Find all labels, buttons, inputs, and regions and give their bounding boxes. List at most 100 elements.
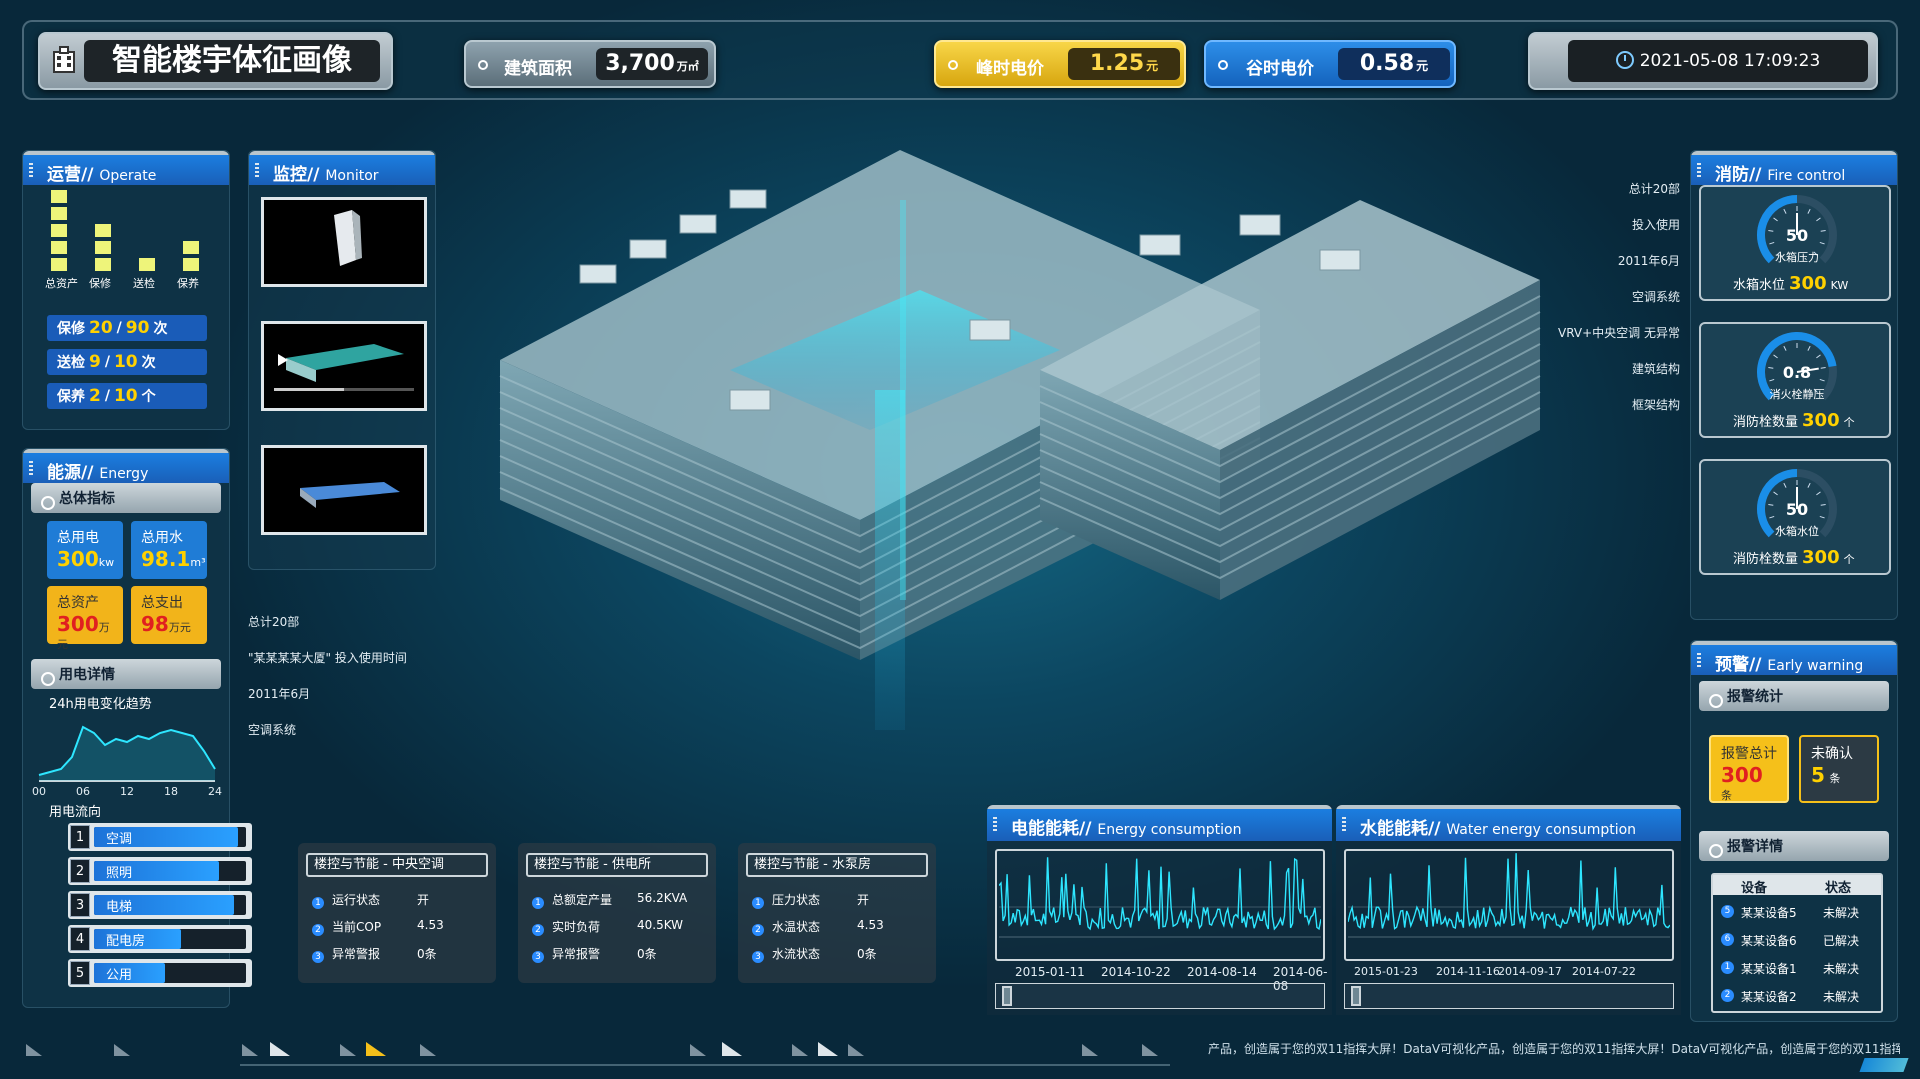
col-status: 状态 — [1825, 881, 1852, 896]
datetime-text: 2021-05-08 17:09:23 — [1639, 51, 1821, 71]
bar-block — [51, 258, 67, 271]
gauge-unit: KW — [1830, 279, 1849, 292]
play-icon[interactable] — [278, 354, 288, 366]
ec-range-slider[interactable] — [995, 983, 1325, 1009]
info-right-2: 投入使用 — [1631, 218, 1680, 232]
gauge-tick — [1769, 378, 1775, 382]
ec-title: 电能能耗// — [1011, 819, 1092, 839]
operate-bar — [95, 191, 115, 271]
tile-value: 98.1 — [141, 547, 191, 571]
area-unit: 万㎡ — [676, 60, 699, 73]
card-row: 3 水流状态 0条 — [752, 945, 877, 963]
operate-panel: 运营// Operate 总资产 保修 送检 保养 保修 20/90 次 送检 9/10 次 … — [22, 150, 230, 430]
warning-header: 预警// Early warning — [1691, 641, 1897, 675]
row-key: 异常警报 — [332, 947, 381, 961]
gauge-tick — [1819, 241, 1825, 245]
wave-line — [1348, 853, 1670, 931]
flow-index: 3 — [70, 893, 90, 917]
gauge-card: 50 水箱水位 消防栓数量 300 个 — [1699, 459, 1891, 575]
card-title: 楼控与节能 - 供电所 — [526, 853, 708, 877]
alarm-total-tile: 报警总计 300 条 — [1709, 735, 1789, 803]
title-block: 智能楼宇体征画像 — [38, 32, 393, 90]
monitor-title: 监控// — [273, 165, 320, 185]
table-row[interactable]: 2 某某设备2 未解决 — [1713, 987, 1881, 1007]
table-row[interactable]: 1 某某设备1 未解决 — [1713, 959, 1881, 979]
slider-handle-icon[interactable] — [1351, 986, 1361, 1006]
bar-block — [183, 258, 199, 271]
row-sep: / — [104, 354, 110, 370]
camera-feed-2[interactable] — [261, 321, 427, 411]
bar-block — [51, 224, 67, 237]
grip-icon — [255, 163, 259, 177]
fire-title-en: Fire control — [1767, 168, 1846, 184]
gauge-label: 消防栓数量 — [1733, 552, 1799, 567]
tile-unit: 万元 — [168, 621, 191, 634]
wc-wave-chart — [1348, 853, 1670, 938]
tile-electricity: 总用电 300kw — [47, 521, 123, 579]
gauge-value: 0.8 — [1783, 363, 1811, 382]
gauge-tick — [1820, 229, 1826, 232]
table-row[interactable]: 6 某某设备6 已解决 — [1713, 931, 1881, 951]
gauge-tick — [1807, 482, 1811, 488]
control-card-ac: 楼控与节能 - 中央空调 1 运行状态 开 2 当前COP 4.53 3 异常警报 0条 — [298, 843, 496, 983]
power-detail-tab[interactable]: 用电详情 — [31, 659, 221, 689]
bar-block — [95, 224, 111, 237]
grip-icon — [1697, 653, 1701, 667]
card-row: 3 异常报警 0条 — [532, 945, 657, 963]
row-key: 水流状态 — [772, 947, 821, 961]
building-illustration — [499, 150, 1541, 730]
water-consumption-header: 水能能耗// Water energy consumption — [1336, 805, 1681, 841]
gauge-caption: 水箱水位 — [1775, 524, 1819, 538]
info-left-4: 空调系统 — [248, 723, 297, 737]
grip-icon — [29, 163, 33, 177]
gauge-tick — [1807, 208, 1811, 214]
footer-icons — [22, 1040, 1172, 1060]
row-unit: 个 — [141, 389, 156, 405]
gauge-tick — [1819, 515, 1825, 519]
peak-label: 峰时电价 — [976, 59, 1044, 79]
flow-label: 公用 — [106, 968, 133, 983]
row-sep: / — [104, 388, 110, 404]
flow-row: 1 空调 — [68, 823, 252, 851]
row-status: 未解决 — [1823, 990, 1860, 1004]
row-status: 未解决 — [1823, 906, 1860, 920]
row-value: 40.5KW — [637, 918, 684, 932]
gauge-num: 300 — [1802, 547, 1840, 568]
tile-unit: kw — [98, 556, 115, 569]
wc-date-1: 2015-01-23 — [1354, 965, 1418, 978]
tile-label: 总用水 — [141, 530, 183, 546]
fire-title: 消防// — [1715, 165, 1762, 185]
info-right-6: 建筑结构 — [1631, 362, 1680, 376]
info-left-2: "某某某某大厦" 投入使用时间 — [248, 651, 407, 665]
gauge-tick — [1816, 217, 1821, 222]
alarm-stats-tab[interactable]: 报警统计 — [1699, 681, 1889, 711]
trend-tick: 24 — [208, 785, 222, 798]
wc-range-slider[interactable] — [1344, 983, 1674, 1009]
valley-value-box: 0.58 元 — [1338, 48, 1450, 80]
gauge-tick — [1820, 503, 1826, 506]
tile-unit: 条 — [1721, 789, 1732, 802]
alarm-details-tab[interactable]: 报警详情 — [1699, 831, 1889, 861]
card-row: 1 运行状态 开 — [312, 891, 429, 909]
fire-header: 消防// Fire control — [1691, 151, 1897, 185]
table-row[interactable]: 5 某某设备5 未解决 — [1713, 903, 1881, 923]
flow-bar: 配电房 — [94, 929, 246, 949]
gauge-caption: 水箱压力 — [1775, 250, 1819, 264]
operate-title: 运营// — [47, 165, 94, 185]
gauge-label-row: 消防栓数量 300 个 — [1733, 410, 1855, 431]
peak-unit: 元 — [1146, 59, 1159, 73]
row-label: 保修 — [57, 321, 85, 337]
row-index: 5 — [1721, 905, 1734, 918]
row-value: 4.53 — [417, 918, 444, 932]
status-dot-icon — [478, 60, 488, 70]
camera-feed-1[interactable] — [261, 197, 427, 287]
ec-wave-chart — [999, 857, 1321, 938]
alarm-unconfirmed-tile: 未确认 5 条 — [1799, 735, 1879, 803]
row-index: 1 — [1721, 961, 1734, 974]
slider-handle-icon[interactable] — [1002, 986, 1012, 1006]
building-icon — [48, 44, 80, 76]
overall-indicator-tab[interactable]: 总体指标 — [31, 483, 221, 513]
operate-bar — [51, 190, 71, 271]
energy-panel: 能源// Energy 总体指标 总用电 300kw 总用水 98.1m³ 总资产 3… — [22, 448, 252, 1008]
camera-feed-3[interactable] — [261, 445, 427, 535]
